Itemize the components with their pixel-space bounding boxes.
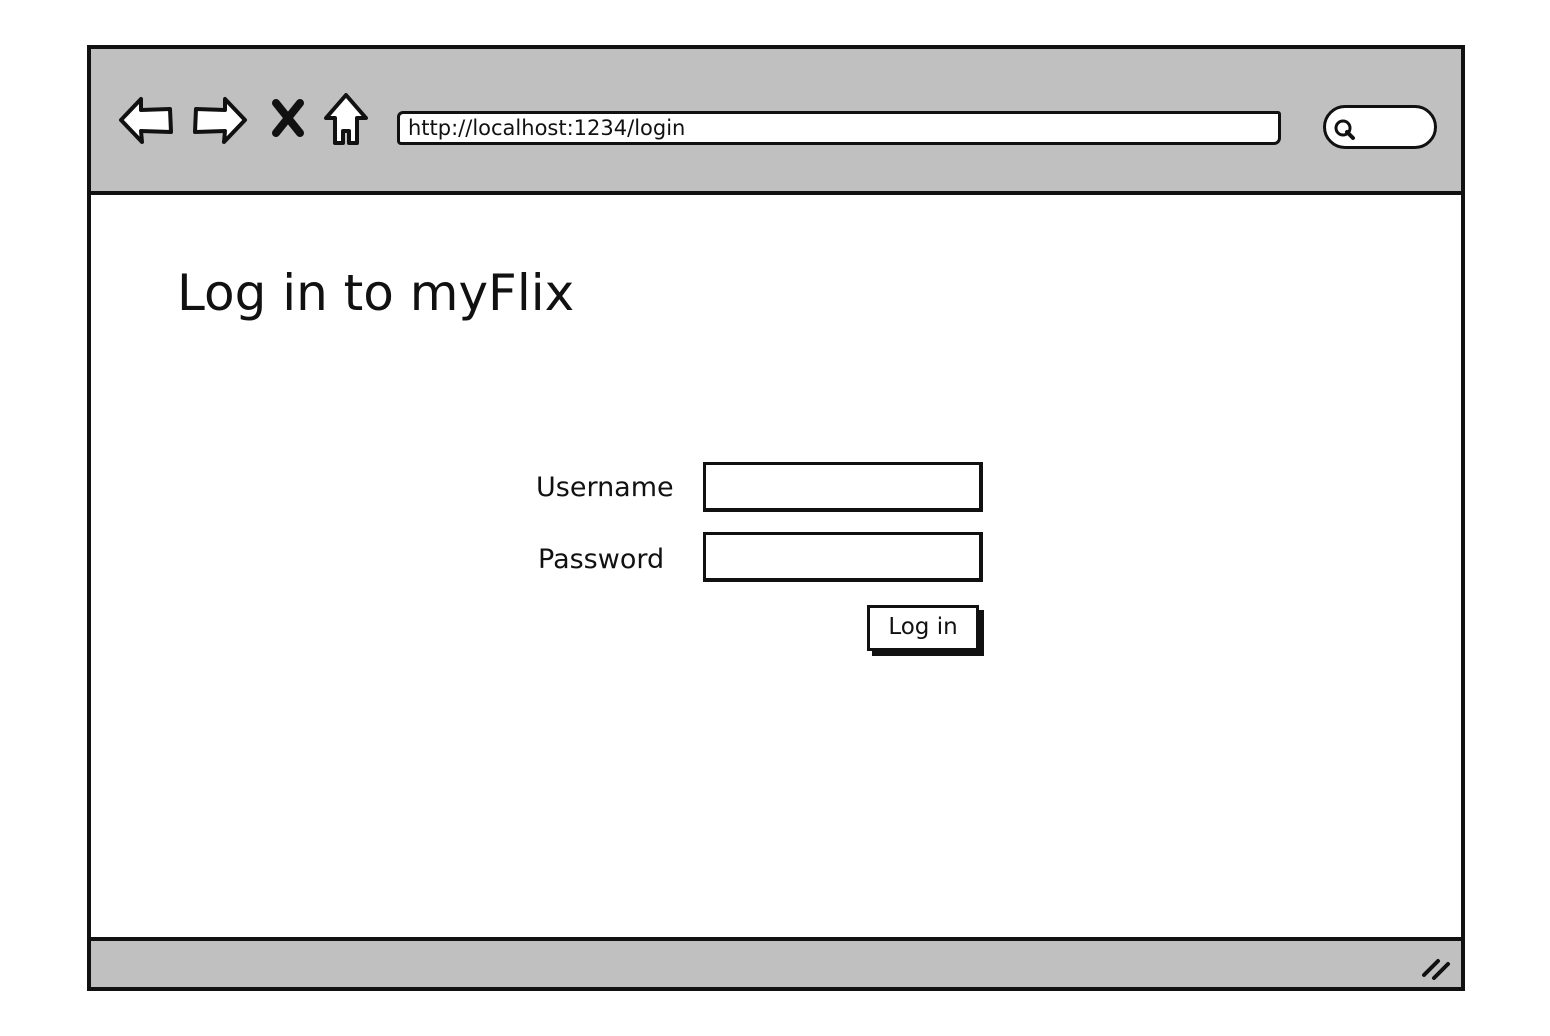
browser-search-box[interactable] (1323, 105, 1437, 149)
page-title: Log in to myFlix (177, 264, 575, 322)
home-icon[interactable] (321, 91, 371, 147)
wireframe-canvas: Log in to myFlix Username Password Log i… (0, 0, 1550, 1036)
forward-arrow-icon[interactable] (191, 94, 249, 146)
browser-status-bar (91, 937, 1461, 987)
password-field[interactable] (703, 532, 983, 582)
browser-toolbar (91, 49, 1461, 195)
close-x-icon[interactable] (271, 99, 305, 137)
resize-grip-icon[interactable] (1421, 953, 1453, 981)
back-arrow-icon[interactable] (117, 94, 175, 146)
browser-window: Log in to myFlix Username Password Log i… (87, 45, 1465, 991)
page-content: Log in to myFlix Username Password Log i… (91, 195, 1461, 937)
username-field[interactable] (703, 462, 983, 512)
login-button[interactable]: Log in (867, 605, 979, 651)
search-icon (1334, 119, 1355, 140)
password-label: Password (538, 544, 665, 575)
address-bar[interactable] (397, 111, 1281, 145)
username-label: Username (536, 472, 674, 503)
